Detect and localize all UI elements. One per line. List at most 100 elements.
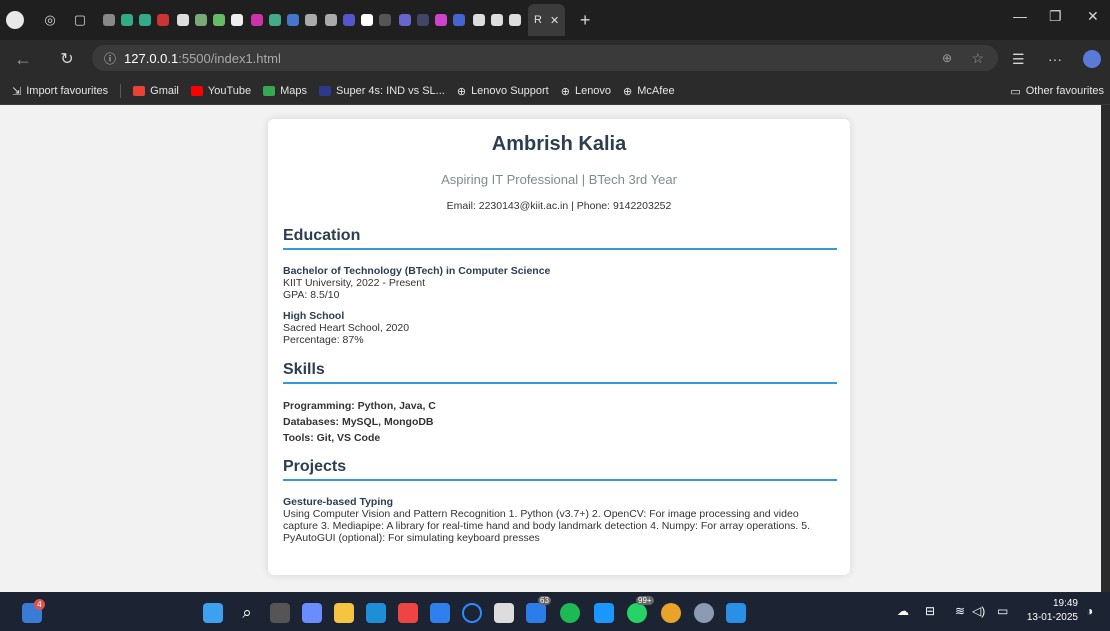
address-bar-row: ← ↻ ⓘ 127.0.0.1:5500/index1.html ⊕ ☆ ☰ ·…	[0, 40, 1110, 78]
notification-icon[interactable]: ◑	[1086, 604, 1093, 618]
new-tab-icon[interactable]: +	[577, 10, 593, 30]
site-info-icon[interactable]: ⓘ	[104, 50, 116, 67]
vscode-icon[interactable]	[726, 603, 746, 623]
globe-icon: ⊕	[560, 85, 570, 98]
tab-mini-4[interactable]	[322, 7, 394, 33]
copilot-icon[interactable]	[1083, 50, 1101, 68]
workspaces-icon[interactable]: ◎	[42, 12, 58, 28]
import-icon: ⇲	[12, 85, 22, 98]
edu2-line1: Sacred Heart School, 2020	[283, 322, 410, 334]
resume-name: Ambrish Kalia	[491, 133, 627, 155]
bookmark-label: Import favourites	[26, 85, 109, 97]
bookmark-lenovo[interactable]: ⊕ Lenovo	[561, 85, 611, 98]
restore-icon[interactable]: ❐	[1049, 8, 1062, 25]
edu2-title: High School	[283, 310, 345, 322]
url-host: 127.0.0.1	[124, 50, 179, 66]
tab-active[interactable]: R ✕	[528, 4, 566, 36]
edu1-line2: GPA: 8.5/10	[283, 289, 340, 301]
skills-heading: Skills	[283, 361, 837, 384]
bookmark-lenovo-support[interactable]: ⊕ Lenovo Support	[457, 85, 549, 98]
bookmark-mcafee[interactable]: ⊕ McAfee	[623, 85, 675, 98]
url-field[interactable]: ⓘ 127.0.0.1:5500/index1.html ⊕ ☆	[92, 45, 998, 71]
bookmark-maps[interactable]: Maps	[263, 85, 307, 97]
more-menu-icon[interactable]: ···	[1048, 51, 1062, 67]
bookmark-label: Super 4s: IND vs SL...	[336, 85, 445, 97]
edu1-title: Bachelor of Technology (BTech) in Comput…	[283, 265, 551, 277]
edu2-line2: Percentage: 87%	[283, 334, 364, 346]
tab-actions-icon[interactable]: ▢	[72, 12, 88, 28]
projects-heading: Projects	[283, 458, 837, 481]
tab-mini-3[interactable]	[248, 7, 320, 33]
bookmark-label: McAfee	[637, 85, 675, 97]
bookmark-youtube[interactable]: YouTube	[190, 85, 252, 97]
copilot-taskbar-icon[interactable]	[302, 603, 322, 623]
favourite-star-icon[interactable]: ☆	[971, 50, 984, 67]
cortana-icon[interactable]	[462, 603, 482, 623]
intellij-icon[interactable]	[494, 603, 514, 623]
search-icon[interactable]: ⌕	[237, 603, 257, 623]
bookmark-separator	[120, 84, 122, 98]
project-title: Gesture-based Typing	[283, 496, 394, 508]
task-view-icon[interactable]	[270, 603, 290, 623]
bookmarks-bar: ⇲ Import favourites Gmail YouTube Maps Su…	[0, 78, 1110, 105]
scrollbar[interactable]	[1101, 105, 1110, 592]
language-icon[interactable]: ⊟	[925, 604, 935, 618]
tab-close-icon[interactable]: ✕	[550, 14, 559, 27]
bookmark-label: Maps	[280, 85, 308, 97]
skill-databases: Databases: MySQL, MongoDB	[283, 416, 434, 428]
close-window-icon[interactable]: ✕	[1087, 8, 1099, 25]
page-viewport: Ambrish Kalia Aspiring IT Professional |…	[0, 105, 1101, 592]
project-description: Using Computer Vision and Pattern Recogn…	[283, 508, 811, 544]
globe-icon: ⊕	[456, 85, 467, 98]
bookmark-label: YouTube	[207, 85, 252, 97]
settings-icon[interactable]	[694, 603, 714, 623]
spotify-icon[interactable]	[560, 603, 580, 623]
volume-icon[interactable]: ◁)	[972, 604, 985, 618]
favourites-icon[interactable]: ☰	[1012, 51, 1025, 68]
refresh-icon[interactable]: ↻	[52, 49, 82, 69]
minimize-icon[interactable]: —	[1013, 8, 1027, 24]
wps-icon[interactable]	[398, 603, 418, 623]
tab-mini-1[interactable]	[100, 7, 172, 33]
super4s-icon	[319, 86, 332, 96]
youtube-icon	[190, 86, 203, 96]
profile-icon[interactable]	[6, 11, 24, 29]
wifi-icon[interactable]: ≋	[955, 604, 965, 618]
start-icon[interactable]	[203, 603, 223, 623]
skill-tools: Tools: Git, VS Code	[283, 432, 381, 444]
widgets-badge: 4	[34, 599, 45, 610]
tab-mini-5[interactable]	[396, 7, 468, 33]
whatsapp-badge: 99+	[636, 596, 654, 605]
edge-icon[interactable]	[366, 603, 386, 623]
bookmark-label: Gmail	[150, 85, 179, 97]
tab-mini-6[interactable]	[470, 7, 524, 33]
cloud-icon[interactable]: ☁	[897, 604, 909, 618]
resume-card: Ambrish Kalia Aspiring IT Professional |…	[268, 119, 850, 575]
gmail-icon	[133, 86, 146, 96]
clock-time[interactable]: 19:49	[1020, 598, 1078, 609]
prime-video-icon[interactable]	[594, 603, 614, 623]
store-icon[interactable]	[430, 603, 450, 623]
resume-subtitle: Aspiring IT Professional | BTech 3rd Yea…	[441, 172, 677, 187]
clock-date[interactable]: 13-01-2025	[1020, 612, 1078, 623]
file-explorer-icon[interactable]	[334, 603, 354, 623]
other-favourites-label: Other favourites	[1025, 85, 1104, 97]
taskbar: 4 ⌕ 63 99+ ☁ ⊟ ≋ ◁) ▭ 19:49 13-01-2025 ◑	[0, 592, 1110, 631]
zoom-icon[interactable]: ⊕	[942, 51, 952, 65]
battery-icon[interactable]: ▭	[997, 604, 1008, 618]
chrome-icon[interactable]	[661, 603, 681, 623]
bookmark-label: Lenovo	[574, 85, 612, 97]
bookmark-gmail[interactable]: Gmail	[133, 85, 179, 97]
bookmark-import[interactable]: ⇲ Import favourites	[12, 85, 108, 98]
outlook-badge: 63	[538, 596, 551, 605]
bookmark-super4s[interactable]: Super 4s: IND vs SL...	[319, 85, 445, 97]
resume-contact: Email: 2230143@kiit.ac.in | Phone: 91422…	[446, 200, 672, 212]
other-favourites[interactable]: ▭ Other favourites	[1010, 85, 1104, 98]
whatsapp-icon[interactable]	[627, 603, 647, 623]
maps-icon	[263, 86, 276, 96]
education-heading: Education	[283, 227, 837, 250]
globe-icon: ⊕	[623, 85, 633, 98]
tab-mini-2[interactable]	[174, 7, 246, 33]
back-icon[interactable]: ←	[8, 49, 38, 70]
outlook-icon[interactable]	[526, 603, 546, 623]
